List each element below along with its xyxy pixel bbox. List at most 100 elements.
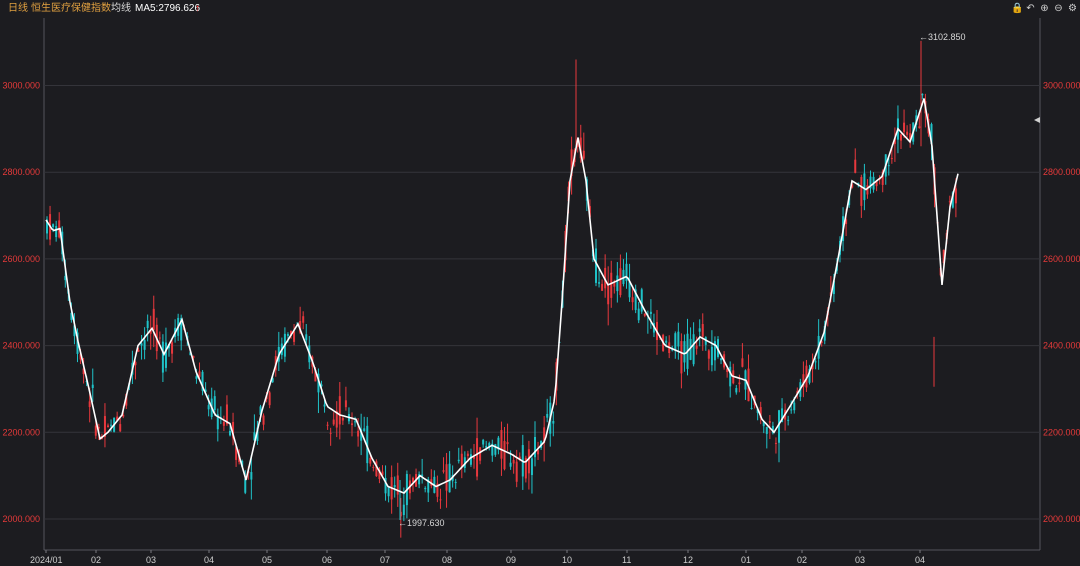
candle-body — [954, 188, 957, 204]
candle-body — [485, 445, 488, 448]
candle-body — [598, 282, 601, 284]
candle-body — [619, 268, 622, 296]
candle-body — [479, 447, 482, 461]
candle-body — [302, 316, 305, 323]
candle-body — [164, 342, 167, 368]
candle-body — [610, 272, 613, 298]
candle-body — [903, 122, 906, 132]
y-tick-label-left: 2600.000 — [2, 254, 40, 264]
y-tick-label-left: 2800.000 — [2, 167, 40, 177]
candle-body — [515, 461, 518, 482]
candle-body — [640, 289, 643, 312]
candle-body — [701, 324, 704, 337]
candle-body — [94, 425, 97, 436]
candle-body — [222, 422, 225, 426]
candle-body — [790, 409, 793, 411]
y-tick-label-right: 2800.000 — [1043, 167, 1080, 177]
candle-body — [710, 346, 713, 366]
candle-body — [351, 423, 353, 426]
candle-body — [387, 487, 390, 497]
candle-body — [442, 470, 445, 472]
candle-body — [552, 421, 555, 424]
candle-body — [357, 430, 360, 437]
candle-body — [582, 150, 585, 159]
candle-body — [774, 442, 777, 444]
candle-body — [900, 134, 902, 141]
y-tick-label-right: 2200.000 — [1043, 427, 1080, 437]
x-tick-label: 01 — [741, 555, 751, 565]
x-tick-label: 08 — [442, 555, 452, 565]
candle-body — [607, 285, 610, 305]
candle-body — [88, 401, 91, 408]
candle-body — [326, 424, 329, 426]
candlestick-chart[interactable]: 2000.000 2000.000 2200.000 2200.000 2400.000… — [0, 0, 1080, 566]
candle-body — [262, 415, 265, 425]
candle-body — [372, 466, 375, 468]
x-tick-label: 12 — [683, 555, 693, 565]
candle-body — [140, 343, 143, 346]
candle-body — [244, 478, 247, 493]
low-annotation: ←1997.630 — [398, 518, 445, 528]
candle-body — [509, 462, 512, 467]
y-tick-label-left: 2400.000 — [2, 341, 40, 351]
candle-body — [707, 350, 710, 359]
candle-body — [683, 341, 686, 363]
candle-body — [460, 453, 463, 467]
candle-body — [738, 382, 741, 385]
candle-body — [692, 334, 695, 365]
candle-body — [137, 349, 140, 352]
candle-body — [268, 392, 271, 406]
candle-body — [161, 341, 164, 373]
x-tick-label: 07 — [380, 555, 390, 565]
candle-body — [207, 405, 210, 410]
candle-body — [171, 342, 174, 354]
x-tick-label: 11 — [622, 555, 631, 565]
candle-body — [787, 419, 790, 421]
x-tick-label: 10 — [562, 555, 572, 565]
candle-body — [344, 400, 347, 408]
candle-body — [457, 459, 460, 462]
candle-body — [500, 430, 503, 459]
candle-body — [424, 488, 427, 490]
candle-body — [680, 341, 683, 374]
high-annotation: ←3102.850 — [919, 32, 966, 42]
candle-body — [213, 396, 216, 411]
candle-body — [402, 504, 405, 516]
candle-body — [52, 224, 55, 228]
candle-body — [454, 481, 457, 483]
x-tick-label: 04 — [915, 555, 925, 565]
candle-body — [918, 126, 921, 128]
candle-body — [506, 442, 509, 445]
candle-body — [146, 320, 149, 329]
candle-body — [890, 158, 893, 160]
candle-body — [512, 459, 515, 464]
candle-body — [55, 226, 58, 238]
candle-body — [854, 159, 857, 173]
candle-body — [482, 439, 485, 445]
candle-body — [286, 334, 289, 336]
x-tick-label: 02 — [91, 555, 101, 565]
candle-body — [887, 165, 890, 167]
candle-body — [698, 328, 701, 332]
candle-body — [338, 396, 341, 425]
candle-body — [537, 450, 540, 455]
candle-body — [695, 345, 698, 349]
candle-body — [354, 421, 357, 423]
candle-body — [530, 458, 533, 476]
x-tick-label: 05 — [262, 555, 272, 565]
y-tick-label-right: 2600.000 — [1043, 254, 1080, 264]
candle-body — [503, 441, 506, 470]
candle-body — [665, 340, 668, 343]
candle-body — [616, 275, 619, 292]
candle-body — [546, 413, 549, 418]
candle-body — [750, 407, 753, 409]
candle-body — [143, 339, 146, 350]
candle-body — [323, 404, 326, 407]
candle-body — [195, 376, 198, 379]
candle-body — [250, 472, 253, 480]
y-tick-label-left: 2200.000 — [2, 427, 40, 437]
candle-body — [393, 485, 396, 488]
candle-body — [369, 457, 372, 464]
candle-body — [860, 177, 863, 206]
candle-body — [863, 173, 866, 201]
